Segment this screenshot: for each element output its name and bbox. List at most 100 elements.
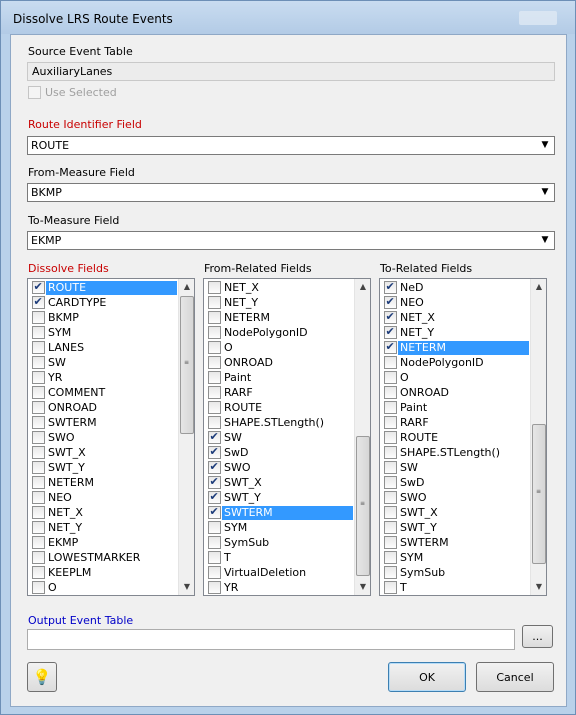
list-item-checkbox[interactable] (31, 401, 45, 414)
list-item-checkbox[interactable] (31, 280, 45, 294)
list-item-checkbox[interactable] (383, 431, 397, 444)
list-item-checkbox[interactable] (207, 536, 221, 549)
list-item-checkbox[interactable] (31, 581, 45, 594)
list-item-checkbox[interactable] (207, 475, 221, 489)
list-item[interactable]: NET_X (206, 280, 353, 295)
list-item-checkbox[interactable] (31, 461, 45, 474)
list-item[interactable]: LOWESTMARKER (30, 550, 177, 565)
list-item[interactable]: SWT_X (206, 475, 353, 490)
list-item-checkbox[interactable] (207, 416, 221, 429)
list-item-checkbox[interactable] (31, 446, 45, 459)
list-item[interactable]: T (382, 580, 529, 595)
list-item-checkbox[interactable] (383, 386, 397, 399)
scroll-thumb[interactable]: ≡ (180, 296, 194, 434)
list-item-checkbox[interactable] (207, 521, 221, 534)
list-item[interactable]: O (382, 370, 529, 385)
list-item[interactable]: NET_X (30, 505, 177, 520)
list-item[interactable]: SHAPE.STLength() (382, 445, 529, 460)
to-related-fields-scrollbar[interactable]: ▲ ≡ ▼ (530, 279, 546, 595)
list-item[interactable]: RARF (206, 385, 353, 400)
list-item[interactable]: SymSub (206, 535, 353, 550)
list-item-checkbox[interactable] (31, 356, 45, 369)
list-item-checkbox[interactable] (383, 310, 397, 324)
list-item-checkbox[interactable] (207, 311, 221, 324)
list-item[interactable]: SYM (382, 550, 529, 565)
list-item[interactable]: SW (206, 430, 353, 445)
list-item-checkbox[interactable] (383, 491, 397, 504)
list-item[interactable]: LANES (30, 340, 177, 355)
list-item-checkbox[interactable] (207, 566, 221, 579)
cancel-button[interactable]: Cancel (476, 662, 554, 692)
list-item-checkbox[interactable] (31, 295, 45, 309)
list-item-checkbox[interactable] (31, 536, 45, 549)
list-item-checkbox[interactable] (31, 476, 45, 489)
list-item[interactable]: YR (206, 580, 353, 595)
list-item-checkbox[interactable] (207, 505, 221, 519)
list-item-checkbox[interactable] (207, 460, 221, 474)
list-item-checkbox[interactable] (383, 356, 397, 369)
list-item[interactable]: SYM (206, 520, 353, 535)
list-item-checkbox[interactable] (383, 476, 397, 489)
list-item-checkbox[interactable] (383, 446, 397, 459)
list-item-checkbox[interactable] (31, 521, 45, 534)
scroll-thumb[interactable]: ≡ (356, 436, 370, 576)
list-item[interactable]: VirtualDeletion (206, 565, 353, 580)
list-item[interactable]: EKMP (30, 535, 177, 550)
list-item-checkbox[interactable] (207, 401, 221, 414)
list-item[interactable]: NEO (382, 295, 529, 310)
list-item[interactable]: NEO (30, 490, 177, 505)
from-measure-combo[interactable]: BKMP ▼ (27, 183, 555, 202)
list-item-checkbox[interactable] (207, 430, 221, 444)
list-item[interactable]: RARF (382, 415, 529, 430)
route-identifier-combo[interactable]: ROUTE ▼ (27, 136, 555, 155)
list-item[interactable]: SWO (206, 460, 353, 475)
list-item-checkbox[interactable] (31, 491, 45, 504)
list-item[interactable]: SWT_Y (30, 460, 177, 475)
list-item[interactable]: SWT_X (382, 505, 529, 520)
list-item[interactable]: SWO (382, 490, 529, 505)
list-item-checkbox[interactable] (31, 326, 45, 339)
list-item-checkbox[interactable] (207, 371, 221, 384)
list-item[interactable]: COMMENT (30, 385, 177, 400)
list-item[interactable]: ONROAD (382, 385, 529, 400)
list-item[interactable]: ONROAD (206, 355, 353, 370)
scroll-down-icon[interactable]: ▼ (531, 579, 546, 595)
scroll-down-icon[interactable]: ▼ (179, 579, 194, 595)
from-related-fields-list[interactable]: NET_X NET_Y NETERM NodePolygonID O ONROAD Pain… (203, 278, 371, 596)
list-item-checkbox[interactable] (207, 326, 221, 339)
list-item-checkbox[interactable] (31, 431, 45, 444)
list-item-checkbox[interactable] (383, 295, 397, 309)
list-item[interactable]: Paint (382, 400, 529, 415)
list-item[interactable]: ONROAD (30, 400, 177, 415)
list-item-checkbox[interactable] (207, 341, 221, 354)
list-item-checkbox[interactable] (383, 401, 397, 414)
to-measure-combo[interactable]: EKMP ▼ (27, 231, 555, 250)
dissolve-fields-scrollbar[interactable]: ▲ ≡ ▼ (178, 279, 194, 595)
list-item-checkbox[interactable] (383, 551, 397, 564)
list-item[interactable]: NETERM (382, 340, 529, 355)
list-item-checkbox[interactable] (383, 461, 397, 474)
list-item[interactable]: SWTERM (382, 535, 529, 550)
list-item[interactable]: SWT_Y (382, 520, 529, 535)
list-item-checkbox[interactable] (207, 581, 221, 594)
list-item[interactable]: SWT_X (30, 445, 177, 460)
list-item-checkbox[interactable] (383, 581, 397, 594)
list-item[interactable]: O (30, 580, 177, 595)
list-item[interactable]: ROUTE (382, 430, 529, 445)
to-related-fields-list[interactable]: NeDNEONET_XNET_YNETERMNodePolygonIDOONRO… (379, 278, 547, 596)
list-item-checkbox[interactable] (31, 386, 45, 399)
list-item-checkbox[interactable] (383, 325, 397, 339)
ok-button[interactable]: OK (388, 662, 466, 692)
list-item-checkbox[interactable] (383, 280, 397, 294)
list-item[interactable]: SWO (30, 430, 177, 445)
list-item[interactable]: T (206, 550, 353, 565)
list-item-checkbox[interactable] (31, 311, 45, 324)
list-item[interactable]: NodePolygonID (206, 325, 353, 340)
list-item-checkbox[interactable] (383, 506, 397, 519)
scroll-up-icon[interactable]: ▲ (531, 279, 546, 295)
list-item[interactable]: NET_X (382, 310, 529, 325)
scroll-thumb[interactable]: ≡ (532, 424, 546, 564)
list-item-checkbox[interactable] (383, 521, 397, 534)
output-event-table-input[interactable] (27, 629, 515, 650)
list-item-checkbox[interactable] (383, 566, 397, 579)
